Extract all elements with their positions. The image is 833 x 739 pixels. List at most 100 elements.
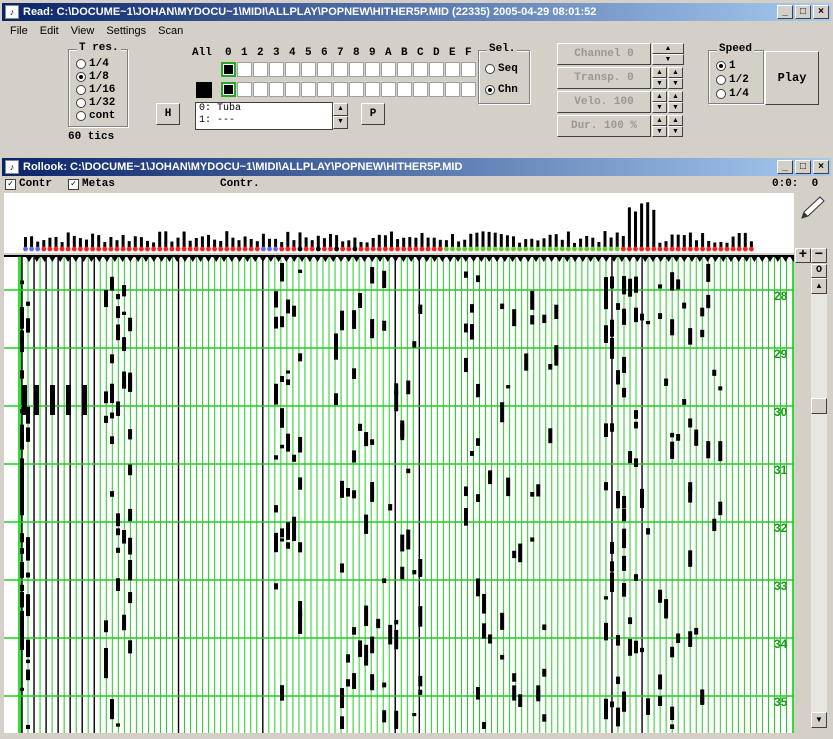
tres-option-1-8[interactable]: 1/8 [76,71,109,83]
sel-option-seq[interactable]: Seq [485,63,518,75]
channel-cell-B-b[interactable] [397,82,412,97]
close-icon[interactable]: × [813,5,829,19]
channel-label-1[interactable]: 1 [241,47,248,59]
play-button[interactable]: Play [765,51,819,105]
dur-down-icon[interactable]: ▼ [652,126,667,137]
contr-checkbox[interactable]: ✓ Contr [5,178,52,190]
zoom-out-button[interactable]: − [811,248,827,263]
transp-up-fast-icon[interactable]: ▲ [668,67,683,78]
channel-down-icon[interactable]: ▼ [652,54,684,65]
channel-cell-9-b[interactable] [365,82,380,97]
menu-edit[interactable]: Edit [34,23,65,41]
channel-cell-0-a[interactable] [221,62,236,77]
list-scroll-up-icon[interactable]: ▲ [333,103,348,116]
channel-up-icon[interactable]: ▲ [652,43,684,54]
channel-cell-8-a[interactable] [349,62,364,77]
rollook-window-titlebar[interactable]: ♪ Rollook: C:\DOCUME~1\JOHAN\MYDOCU~1\MI… [2,158,831,176]
channel-cell-8-b[interactable] [349,82,364,97]
menu-view[interactable]: View [65,23,101,41]
channel-label-2[interactable]: 2 [257,47,264,59]
scroll-down-icon[interactable]: ▼ [811,712,827,728]
speed-option-1[interactable]: 1 [716,60,736,72]
channel-cell-5-b[interactable] [301,82,316,97]
channel-cell-A-b[interactable] [381,82,396,97]
velo-button[interactable]: Velo. 100 [557,91,651,113]
tres-option-cont[interactable]: cont [76,110,115,122]
list-scroll-down-icon[interactable]: ▼ [333,116,348,129]
transp-down-fast-icon[interactable]: ▼ [668,78,683,89]
tres-option-1-32[interactable]: 1/32 [76,97,115,109]
channel-cell-B-a[interactable] [397,62,412,77]
channel-label-8[interactable]: 8 [353,47,360,59]
channel-cell-E-a[interactable] [445,62,460,77]
channel-button[interactable]: Channel 0 [557,43,651,65]
channel-cell-E-b[interactable] [445,82,460,97]
channel-cell-4-b[interactable] [285,82,300,97]
vertical-scrollbar[interactable]: ▲ ▼ [811,278,827,728]
channel-cell-9-a[interactable] [365,62,380,77]
dur-down-fast-icon[interactable]: ▼ [668,126,683,137]
velo-down-icon[interactable]: ▼ [652,102,667,113]
velo-up-icon[interactable]: ▲ [652,91,667,102]
velo-down-fast-icon[interactable]: ▼ [668,102,683,113]
channel-label-7[interactable]: 7 [337,47,344,59]
channel-label-A[interactable]: A [385,47,392,59]
channel-cell-1-b[interactable] [237,82,252,97]
channel-cell-D-b[interactable] [429,82,444,97]
maximize-icon[interactable]: □ [795,5,811,19]
channel-cell-A-a[interactable] [381,62,396,77]
scrollbar-thumb[interactable] [811,398,827,414]
channel-cell-6-a[interactable] [317,62,332,77]
channel-cell-2-b[interactable] [253,82,268,97]
close-icon[interactable]: × [813,160,829,174]
channel-cell-3-a[interactable] [269,62,284,77]
dur-up-icon[interactable]: ▲ [652,115,667,126]
dur-button[interactable]: Dur. 100 % [557,115,651,137]
channel-label-C[interactable]: C [417,47,424,59]
menu-scan[interactable]: Scan [152,23,189,41]
tres-option-1-4[interactable]: 1/4 [76,58,109,70]
channel-label-F[interactable]: F [465,47,472,59]
channel-label-D[interactable]: D [433,47,440,59]
metas-checkbox[interactable]: ✓ Metas [68,178,115,190]
read-window-titlebar[interactable]: ♪ Read: C:\DOCUME~1\JOHAN\MYDOCU~1\MIDI\… [2,3,831,21]
channel-label-5[interactable]: 5 [305,47,312,59]
minimize-icon[interactable]: _ [777,160,793,174]
speed-option-1-2[interactable]: 1/2 [716,74,749,86]
channel-cell-7-b[interactable] [333,82,348,97]
transp-up-icon[interactable]: ▲ [652,67,667,78]
channel-label-0[interactable]: 0 [225,47,232,59]
zoom-in-button[interactable]: + [795,248,811,263]
dur-up-fast-icon[interactable]: ▲ [668,115,683,126]
channel-cell-F-a[interactable] [461,62,476,77]
maximize-icon[interactable]: □ [795,160,811,174]
scroll-up-icon[interactable]: ▲ [811,278,827,294]
channel-cell-0-b[interactable] [221,82,236,97]
channel-cell-7-a[interactable] [333,62,348,77]
h-button[interactable]: H [156,103,180,125]
channel-cell-C-b[interactable] [413,82,428,97]
velocity-bars-area[interactable] [4,193,794,253]
channel-cell-5-a[interactable] [301,62,316,77]
tres-option-1-16[interactable]: 1/16 [76,84,115,96]
velo-up-fast-icon[interactable]: ▲ [668,91,683,102]
channel-label-3[interactable]: 3 [273,47,280,59]
pencil-icon[interactable] [796,193,829,223]
channel-cell-F-b[interactable] [461,82,476,97]
channel-cell-3-b[interactable] [269,82,284,97]
menu-settings[interactable]: Settings [100,23,152,41]
p-button[interactable]: P [361,103,385,125]
instrument-list[interactable]: 0: Tuba 1: --- [195,102,333,130]
channel-cell-6-b[interactable] [317,82,332,97]
channel-all-label[interactable]: All [192,47,212,59]
channel-cell-1-a[interactable] [237,62,252,77]
channel-cell-D-a[interactable] [429,62,444,77]
transp-button[interactable]: Transp. 0 [557,67,651,89]
menu-file[interactable]: File [4,23,34,41]
piano-roll-grid[interactable]: 28 29 30 31 32 33 34 35 [4,255,805,733]
channel-label-6[interactable]: 6 [321,47,328,59]
channel-cell-C-a[interactable] [413,62,428,77]
zoom-reset-button[interactable]: O [811,264,827,278]
channel-cell-4-a[interactable] [285,62,300,77]
sel-option-chn[interactable]: Chn [485,84,518,96]
